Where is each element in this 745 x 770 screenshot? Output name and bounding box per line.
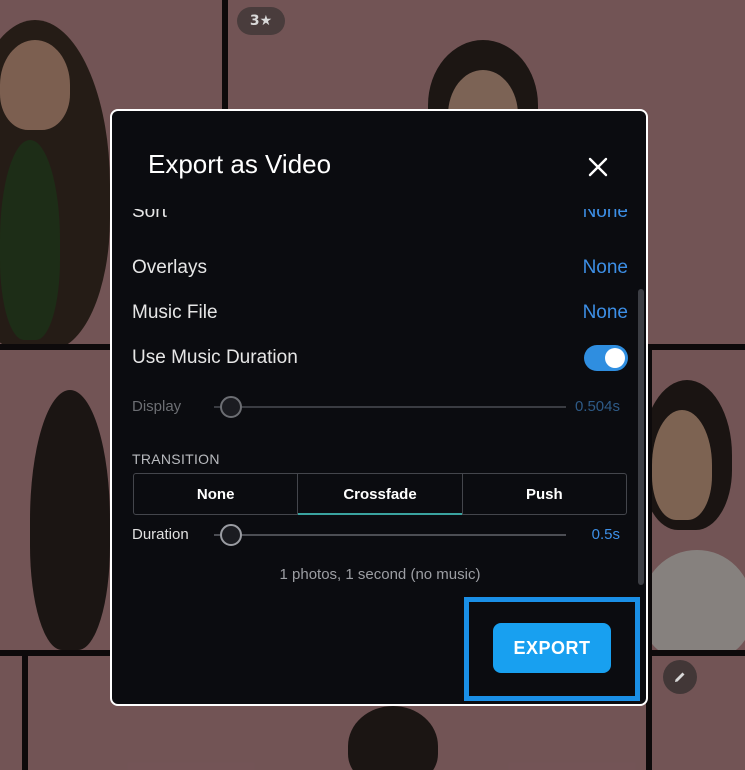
close-button[interactable] — [582, 151, 614, 183]
duration-value: 0.5s — [591, 526, 620, 543]
use-music-duration-label: Use Music Duration — [132, 347, 298, 368]
settings-scroll-area[interactable]: Sort None Overlays None Music File None … — [112, 209, 648, 602]
use-music-duration-row: Use Music Duration — [132, 343, 628, 373]
scrollbar[interactable] — [638, 289, 644, 585]
transition-segmented-control: None Crossfade Push — [133, 473, 627, 515]
music-file-row[interactable]: Music File None — [132, 298, 628, 328]
export-button[interactable]: EXPORT — [493, 623, 611, 673]
sort-label: Sort — [132, 209, 167, 222]
music-file-value[interactable]: None — [583, 302, 628, 324]
display-slider-row: Display 0.504s — [132, 394, 628, 420]
export-highlight-frame: EXPORT — [464, 597, 640, 701]
sort-row[interactable]: Sort None — [132, 209, 628, 227]
export-summary: 1 photos, 1 second (no music) — [279, 566, 481, 583]
duration-label: Duration — [132, 526, 189, 543]
overlays-row[interactable]: Overlays None — [132, 253, 628, 283]
display-slider-track[interactable] — [214, 406, 566, 408]
rating-badge: 3★ — [237, 7, 285, 35]
pencil-icon[interactable] — [663, 660, 697, 694]
sort-value[interactable]: None — [583, 209, 628, 223]
display-value: 0.504s — [574, 398, 620, 415]
duration-slider-row: Duration 0.5s — [132, 522, 628, 548]
overlays-label: Overlays — [132, 257, 207, 278]
duration-slider-track[interactable] — [214, 534, 566, 536]
transition-option-none[interactable]: None — [134, 474, 299, 514]
music-file-label: Music File — [132, 302, 218, 323]
display-slider-handle[interactable] — [220, 396, 242, 418]
transition-section-label: TRANSITION — [132, 451, 220, 467]
duration-slider-handle[interactable] — [220, 524, 242, 546]
transition-option-push[interactable]: Push — [463, 474, 626, 514]
use-music-duration-toggle[interactable] — [584, 345, 628, 371]
toggle-knob — [605, 348, 625, 368]
transition-option-crossfade[interactable]: Crossfade — [298, 474, 463, 515]
export-video-dialog: Export as Video Sort None Overlays None … — [110, 109, 648, 706]
overlays-value[interactable]: None — [583, 257, 628, 279]
dialog-title: Export as Video — [148, 149, 332, 179]
display-label: Display — [132, 398, 182, 415]
close-icon — [588, 157, 608, 177]
